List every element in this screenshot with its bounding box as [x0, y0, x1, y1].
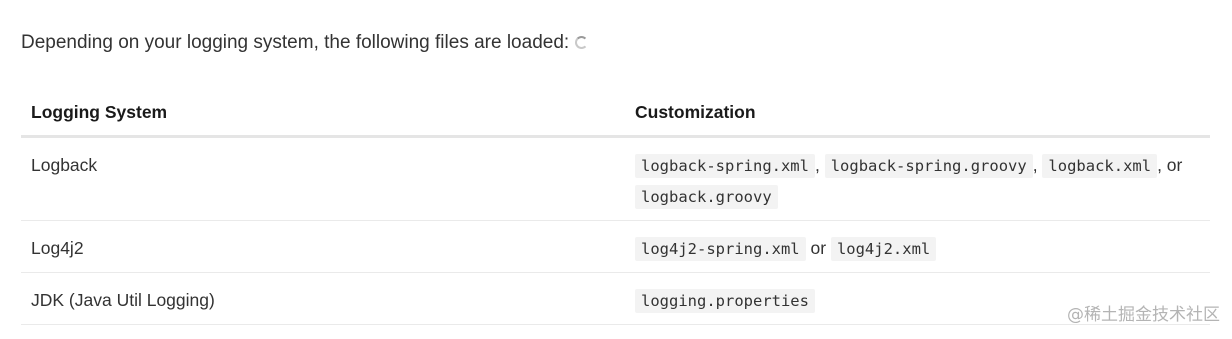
- file-name-code: log4j2.xml: [830, 237, 937, 261]
- table-header-row: Logging System Customization: [21, 89, 1210, 138]
- watermark-text: @稀土掘金技术社区: [1067, 305, 1220, 325]
- separator: ,: [1032, 155, 1043, 175]
- table-row: Logback logback-spring.xml, logback-spri…: [21, 136, 1210, 221]
- separator: or: [805, 238, 831, 258]
- cell-logging-system: JDK (Java Util Logging): [21, 272, 625, 325]
- file-name-code: logback.xml: [1042, 154, 1158, 178]
- header-customization: Customization: [625, 89, 1210, 138]
- file-name-code: log4j2-spring.xml: [635, 237, 806, 261]
- loading-spinner-icon: [575, 36, 589, 49]
- cell-logging-system: Log4j2: [21, 220, 625, 273]
- header-logging-system: Logging System: [21, 89, 625, 138]
- separator: ,: [814, 155, 825, 175]
- cell-customization: logback-spring.xml, logback-spring.groov…: [625, 136, 1210, 221]
- separator: , or: [1157, 155, 1183, 175]
- intro-paragraph: Depending on your logging system, the fo…: [21, 30, 589, 56]
- logging-files-table: Logging System Customization Logback log…: [21, 89, 1210, 325]
- file-name-code: logback-spring.groovy: [824, 154, 1033, 178]
- table-row: JDK (Java Util Logging) logging.properti…: [21, 272, 1210, 325]
- intro-text: Depending on your logging system, the fo…: [21, 32, 570, 53]
- file-name-code: logback.groovy: [635, 185, 778, 209]
- cell-logging-system: Logback: [21, 136, 625, 221]
- table-row: Log4j2 log4j2-spring.xml or log4j2.xml: [21, 220, 1210, 273]
- cell-customization: log4j2-spring.xml or log4j2.xml: [625, 220, 1210, 273]
- file-name-code: logging.properties: [635, 289, 815, 313]
- file-name-code: logback-spring.xml: [635, 154, 815, 178]
